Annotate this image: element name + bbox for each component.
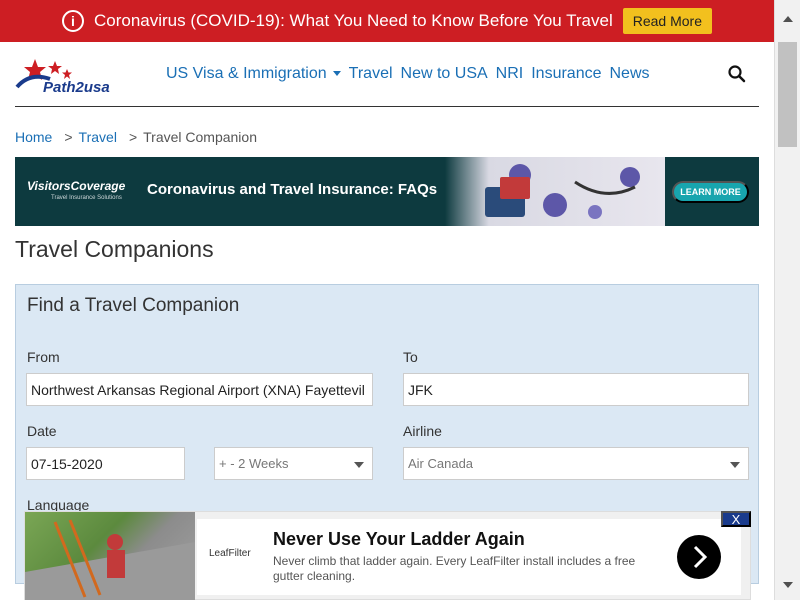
date-input[interactable]: 07-15-2020 [26, 447, 185, 480]
covid-alert-text[interactable]: Coronavirus (COVID-19): What You Need to… [94, 11, 613, 31]
to-input[interactable]: JFK [403, 373, 749, 406]
ad-content: LeafFilter Never Use Your Ladder Again N… [197, 519, 741, 595]
breadcrumb-home[interactable]: Home [15, 129, 52, 145]
search-icon[interactable] [727, 64, 747, 84]
ad-photo [25, 512, 195, 600]
ladder-photo-icon [25, 519, 195, 600]
main-nav: US Visa & Immigration Travel New to USA … [166, 65, 650, 83]
learn-more-button[interactable]: LEARN MORE [672, 181, 749, 203]
page-title: Travel Companions [15, 236, 214, 262]
nav-label: US Visa & Immigration [166, 65, 327, 82]
nav-insurance[interactable]: Insurance [531, 65, 601, 83]
nav-news[interactable]: News [609, 65, 649, 83]
info-icon: i [61, 10, 84, 32]
breadcrumb-separator: > [64, 129, 73, 145]
ad-image [445, 157, 665, 226]
ad-title: Coronavirus and Travel Insurance: FAQs [147, 181, 438, 198]
virus-illustration-icon [485, 164, 640, 219]
nav-us-visa-immigration[interactable]: US Visa & Immigration [166, 65, 341, 83]
logo-text: Path2usa [43, 79, 110, 96]
chevron-right-icon [693, 545, 708, 569]
chevron-down-icon [354, 462, 364, 468]
leaffilter-logo: LeafFilter [209, 548, 251, 559]
covid-alert-bar: i Coronavirus (COVID-19): What You Need … [0, 0, 774, 42]
airline-select[interactable]: Air Canada [403, 447, 749, 480]
visitors-coverage-ad[interactable]: VisitorsCoverage Travel Insurance Soluti… [15, 157, 759, 226]
visitors-coverage-tagline: Travel Insurance Solutions [51, 195, 122, 201]
breadcrumb-travel[interactable]: Travel [79, 129, 117, 145]
date-range-value: + - 2 Weeks [219, 456, 289, 471]
ad-arrow-button[interactable] [677, 535, 721, 579]
ad-headline: Never Use Your Ladder Again [273, 529, 525, 549]
airline-label: Airline [403, 423, 442, 439]
breadcrumb-current: Travel Companion [143, 129, 257, 145]
date-range-select[interactable]: + - 2 Weeks [214, 447, 373, 480]
from-input[interactable]: Northwest Arkansas Regional Airport (XNA… [26, 373, 373, 406]
to-label: To [403, 349, 418, 365]
chevron-down-icon [730, 462, 740, 468]
breadcrumb-separator: > [128, 129, 138, 145]
ad-description: Never climb that ladder again. Every Lea… [273, 554, 636, 583]
close-ad-button[interactable]: X [721, 511, 751, 527]
visitors-coverage-logo: VisitorsCoverage [27, 179, 126, 193]
nav-nri[interactable]: NRI [496, 65, 524, 83]
caret-down-icon [332, 71, 341, 77]
from-label: From [27, 349, 60, 365]
logo[interactable]: Path2usa [15, 49, 150, 99]
leaffilter-ad[interactable]: LeafFilter Never Use Your Ladder Again N… [24, 511, 751, 600]
scroll-down-icon[interactable] [783, 582, 793, 588]
read-more-button[interactable]: Read More [622, 8, 713, 34]
form-title: Find a Travel Companion [27, 295, 240, 316]
scroll-thumb[interactable] [778, 42, 797, 147]
scrollbar[interactable] [774, 0, 800, 600]
site-header: Path2usa US Visa & Immigration Travel Ne… [15, 42, 759, 107]
date-label: Date [27, 423, 57, 439]
scroll-up-icon[interactable] [783, 16, 793, 22]
airline-value: Air Canada [408, 456, 474, 471]
nav-travel[interactable]: Travel [349, 65, 393, 83]
page: i Coronavirus (COVID-19): What You Need … [0, 0, 800, 600]
breadcrumb: Home > Travel > Travel Companion [15, 129, 257, 145]
nav-new-to-usa[interactable]: New to USA [401, 65, 488, 83]
